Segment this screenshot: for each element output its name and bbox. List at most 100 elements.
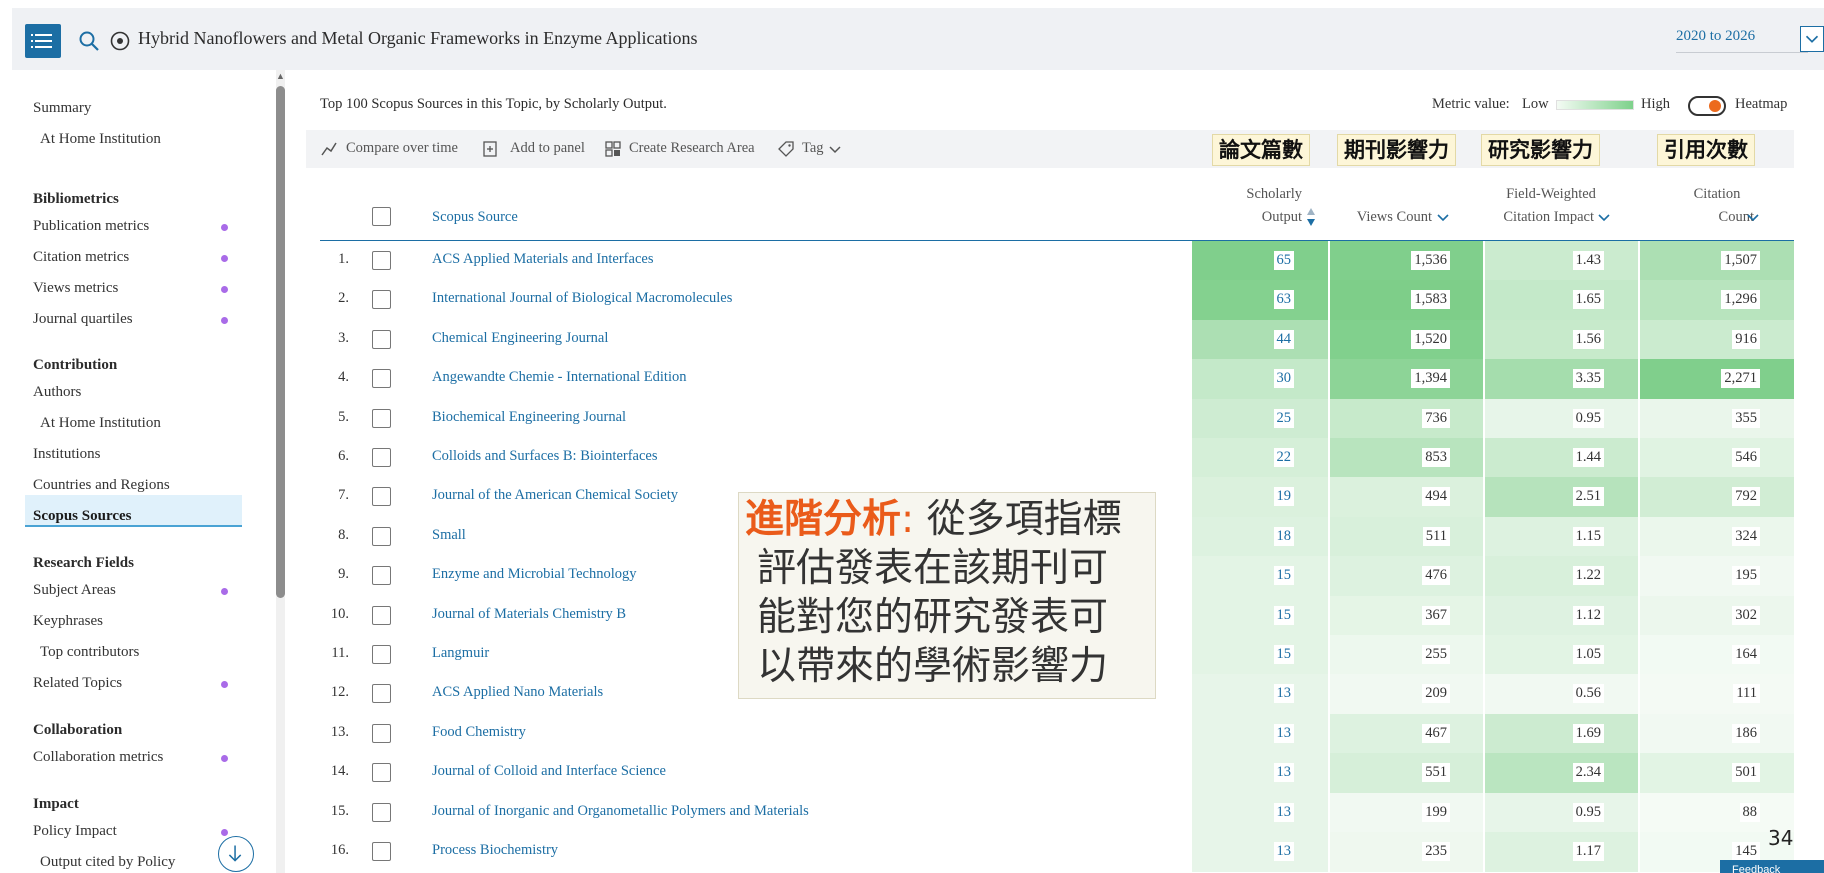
- sidebar-item-at-home-institution[interactable]: At Home Institution: [40, 415, 161, 432]
- cell-scholarly-output[interactable]: 22: [1273, 448, 1294, 467]
- cell-scholarly-output[interactable]: 15: [1273, 645, 1294, 664]
- source-link[interactable]: Langmuir: [432, 645, 489, 662]
- sidebar-item-subject-areas[interactable]: Subject Areas: [33, 582, 116, 599]
- source-link[interactable]: Small: [432, 527, 466, 544]
- row-checkbox[interactable]: [372, 329, 391, 349]
- row-checkbox[interactable]: [372, 763, 391, 783]
- cell-scholarly-output[interactable]: 65: [1273, 251, 1294, 270]
- scroll-down-button[interactable]: [218, 836, 254, 872]
- sidebar-item-at-home-institution[interactable]: At Home Institution: [40, 131, 161, 148]
- row-checkbox[interactable]: [372, 723, 391, 743]
- sidebar-item-policy-impact[interactable]: Policy Impact: [33, 823, 117, 840]
- chevron-down-icon[interactable]: [828, 143, 842, 157]
- cell-scholarly-output[interactable]: 13: [1273, 723, 1294, 743]
- row-checkbox[interactable]: [372, 251, 391, 270]
- row-rank: 15.: [330, 802, 349, 819]
- add-to-panel-button[interactable]: Add to panel: [510, 140, 585, 157]
- chevron-down-icon[interactable]: [1800, 26, 1824, 52]
- source-link[interactable]: Angewandte Chemie - International Editio…: [432, 369, 686, 386]
- source-link[interactable]: Journal of Inorganic and Organometallic …: [432, 803, 809, 820]
- select-all-checkbox[interactable]: [372, 207, 391, 226]
- sidebar-item-collaboration-metrics[interactable]: Collaboration metrics: [33, 749, 163, 766]
- source-link[interactable]: Journal of the American Chemical Society: [432, 487, 678, 504]
- column-header-fwci-line2[interactable]: Citation Impact: [1486, 209, 1594, 226]
- sidebar-item-authors[interactable]: Authors: [33, 384, 81, 401]
- source-link[interactable]: Chemical Engineering Journal: [432, 330, 608, 347]
- source-link[interactable]: Journal of Colloid and Interface Science: [432, 763, 666, 780]
- year-range-selector[interactable]: 2020 to 2026: [1676, 28, 1755, 45]
- column-header-citation-line1[interactable]: Citation: [1680, 186, 1754, 203]
- cell-views-count: 1,394: [1411, 369, 1450, 389]
- cell-scholarly-output[interactable]: 18: [1273, 526, 1294, 546]
- column-header-fwci-line1[interactable]: Field-Weighted: [1486, 186, 1616, 203]
- chevron-down-icon[interactable]: [1746, 211, 1760, 225]
- column-header-views[interactable]: Views Count: [1330, 209, 1432, 226]
- column-header-source[interactable]: Scopus Source: [432, 209, 518, 226]
- source-link[interactable]: Colloids and Surfaces B: Biointerfaces: [432, 448, 658, 465]
- source-link[interactable]: Process Biochemistry: [432, 842, 558, 859]
- row-checkbox[interactable]: [372, 684, 391, 704]
- sidebar-item-output-cited-by-policy[interactable]: Output cited by Policy: [40, 854, 175, 871]
- chevron-down-icon[interactable]: [1597, 211, 1611, 225]
- sidebar-item-journal-quartiles[interactable]: Journal quartiles: [33, 311, 133, 328]
- sidebar-item-summary[interactable]: Summary: [33, 100, 91, 117]
- search-icon[interactable]: [78, 30, 100, 52]
- chevron-down-icon[interactable]: [1436, 211, 1450, 225]
- heatmap-toggle[interactable]: [1688, 96, 1726, 116]
- cell-scholarly-output[interactable]: 44: [1273, 329, 1294, 349]
- column-header-output-line2[interactable]: Output: [1240, 209, 1302, 226]
- sidebar-item-publication-metrics[interactable]: Publication metrics: [33, 218, 149, 235]
- cell-views-count-heat: [1330, 359, 1483, 400]
- row-checkbox[interactable]: [372, 802, 391, 822]
- scroll-up-icon[interactable]: ▲: [276, 72, 285, 81]
- sidebar-item-top-contributors[interactable]: Top contributors: [40, 644, 139, 661]
- source-link[interactable]: ACS Applied Materials and Interfaces: [432, 251, 653, 268]
- cell-scholarly-output[interactable]: 19: [1273, 487, 1294, 507]
- row-checkbox[interactable]: [372, 645, 391, 664]
- cell-scholarly-output[interactable]: 30: [1273, 369, 1294, 389]
- sidebar-item-countries-and-regions[interactable]: Countries and Regions: [33, 477, 170, 494]
- sidebar-item-institutions[interactable]: Institutions: [33, 446, 101, 463]
- sidebar-item-citation-metrics[interactable]: Citation metrics: [33, 249, 129, 266]
- row-checkbox[interactable]: [372, 369, 391, 389]
- cell-views-count-heat: [1330, 516, 1483, 557]
- row-checkbox[interactable]: [372, 448, 391, 467]
- cell-scholarly-output[interactable]: 13: [1273, 842, 1294, 861]
- row-checkbox[interactable]: [372, 290, 391, 310]
- source-link[interactable]: Enzyme and Microbial Technology: [432, 566, 636, 583]
- cell-scholarly-output[interactable]: 15: [1273, 605, 1294, 625]
- cell-scholarly-output[interactable]: 63: [1273, 290, 1294, 310]
- row-checkbox[interactable]: [372, 408, 391, 428]
- create-research-area-button[interactable]: Create Research Area: [629, 140, 755, 157]
- source-link[interactable]: International Journal of Biological Macr…: [432, 290, 732, 307]
- source-link[interactable]: Journal of Materials Chemistry B: [432, 606, 626, 623]
- tag-button[interactable]: Tag: [802, 140, 824, 157]
- sidebar-item-keyphrases[interactable]: Keyphrases: [33, 613, 103, 630]
- sidebar-item-views-metrics[interactable]: Views metrics: [33, 280, 118, 297]
- menu-button[interactable]: [25, 24, 61, 58]
- row-checkbox[interactable]: [372, 566, 391, 586]
- cell-scholarly-output[interactable]: 13: [1273, 802, 1294, 822]
- row-rank: 4.: [338, 369, 349, 386]
- source-link[interactable]: Biochemical Engineering Journal: [432, 409, 626, 426]
- sidebar-item-scopus-sources[interactable]: Scopus Sources: [33, 508, 132, 525]
- cell-scholarly-output[interactable]: 13: [1273, 763, 1294, 783]
- cell-scholarly-output[interactable]: 13: [1273, 684, 1294, 704]
- sidebar-item-related-topics[interactable]: Related Topics: [33, 675, 122, 692]
- source-link[interactable]: ACS Applied Nano Materials: [432, 684, 603, 701]
- sort-descending-icon[interactable]: [1306, 207, 1316, 227]
- row-checkbox[interactable]: [372, 605, 391, 625]
- cell-scholarly-output-heat: [1192, 792, 1328, 833]
- row-checkbox[interactable]: [372, 487, 391, 507]
- cell-scholarly-output[interactable]: 15: [1273, 566, 1294, 586]
- row-checkbox[interactable]: [372, 526, 391, 546]
- sidebar-heading-research-fields: Research Fields: [33, 555, 134, 571]
- sidebar-scroll-thumb[interactable]: [276, 86, 285, 598]
- compare-over-time-button[interactable]: Compare over time: [346, 140, 458, 157]
- row-checkbox[interactable]: [372, 842, 391, 861]
- cell-scholarly-output[interactable]: 25: [1273, 408, 1294, 428]
- column-header-output-line1[interactable]: Scholarly: [1240, 186, 1302, 203]
- feedback-button[interactable]: Feedback: [1720, 860, 1824, 873]
- column-header-citation-line2[interactable]: Count: [1680, 209, 1754, 226]
- source-link[interactable]: Food Chemistry: [432, 724, 526, 741]
